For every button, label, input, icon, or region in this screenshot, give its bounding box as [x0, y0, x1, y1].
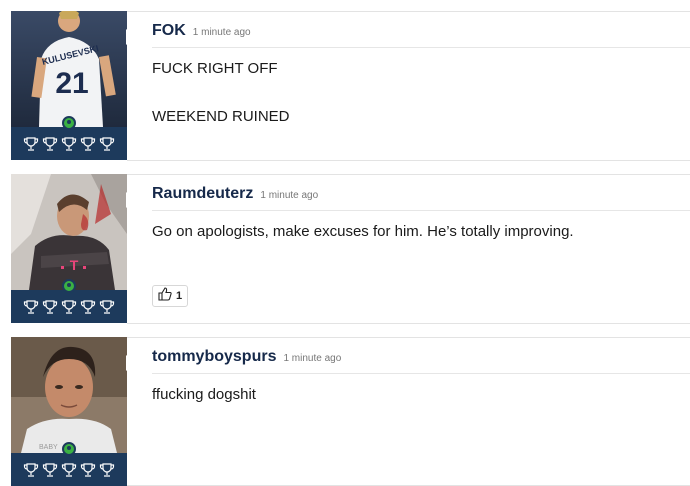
- svg-text:BABY: BABY: [39, 444, 58, 451]
- username-link[interactable]: FOK: [152, 22, 186, 40]
- username-link[interactable]: tommyboyspurs: [152, 348, 276, 366]
- divider: [152, 210, 690, 211]
- trophy-icon: [80, 462, 96, 478]
- trophy-icon: [80, 136, 96, 152]
- post-card: FOK 1 minute ago FUCK RIGHT OFF WEEKEND …: [126, 11, 690, 161]
- trophy-icon: [61, 136, 77, 152]
- jersey-number: 21: [55, 67, 88, 100]
- post-text-line: WEEKEND RUINED: [152, 108, 290, 125]
- post-meta: Raumdeuterz 1 minute ago: [152, 185, 318, 211]
- post-meta: FOK 1 minute ago: [152, 22, 251, 48]
- divider: [152, 373, 690, 374]
- post-text-line: ffucking dogshit: [152, 386, 256, 403]
- card-notch: [126, 192, 135, 208]
- trophy-icon: [42, 299, 58, 315]
- post-text-line: Go on apologists, make excuses for him. …: [152, 223, 574, 240]
- trophy-icon: [80, 299, 96, 315]
- online-status-icon: [62, 116, 76, 130]
- trophy-bar: [11, 453, 127, 486]
- post-card: tommyboyspurs 1 minute ago ffucking dogs…: [126, 337, 690, 486]
- post-3: BABY tommyboyspurs 1 minute ago ffucking…: [11, 337, 690, 486]
- divider: [152, 47, 690, 48]
- timestamp[interactable]: 1 minute ago: [283, 353, 341, 364]
- trophy-icon: [61, 462, 77, 478]
- post-text-line: FUCK RIGHT OFF: [152, 60, 278, 77]
- avatar-column: T: [11, 174, 127, 324]
- avatar-column: BABY: [11, 337, 127, 486]
- like-button[interactable]: 1: [152, 285, 189, 307]
- trophy-bar: [11, 127, 127, 160]
- like-count: 1: [176, 290, 183, 302]
- online-status-icon: [62, 442, 76, 456]
- svg-text:T: T: [70, 257, 79, 273]
- trophy-icon: [61, 299, 77, 315]
- post-card: Raumdeuterz 1 minute ago Go on apologist…: [126, 174, 690, 324]
- post-meta: tommyboyspurs 1 minute ago: [152, 348, 341, 374]
- trophy-icon: [23, 462, 39, 478]
- trophy-icon: [23, 136, 39, 152]
- post-body: Go on apologists, make excuses for him. …: [152, 222, 680, 270]
- online-status-icon: [62, 279, 76, 293]
- card-notch: [126, 29, 135, 45]
- avatar[interactable]: KULUSEVSKI 21: [11, 11, 127, 127]
- avatar-column: KULUSEVSKI 21: [11, 11, 127, 161]
- post-body: FUCK RIGHT OFF WEEKEND RUINED: [152, 59, 680, 155]
- trophy-bar: [11, 290, 127, 323]
- trophy-icon: [42, 462, 58, 478]
- trophy-icon: [42, 136, 58, 152]
- thumbs-up-icon: [158, 286, 172, 306]
- card-notch: [126, 355, 135, 371]
- timestamp[interactable]: 1 minute ago: [260, 190, 318, 201]
- trophy-icon: [99, 299, 115, 315]
- trophy-icon: [99, 136, 115, 152]
- avatar[interactable]: BABY: [11, 337, 127, 453]
- trophy-icon: [23, 299, 39, 315]
- trophy-icon: [99, 462, 115, 478]
- username-link[interactable]: Raumdeuterz: [152, 185, 253, 203]
- timestamp[interactable]: 1 minute ago: [193, 27, 251, 38]
- post-2: T Raumdeuterz 1 minute ago Go on apologi…: [11, 174, 690, 324]
- post-body: ffucking dogshit: [152, 385, 680, 433]
- post-1: KULUSEVSKI 21 FOK 1 minute ago FUCK RIGH…: [11, 11, 690, 161]
- avatar[interactable]: T: [11, 174, 127, 290]
